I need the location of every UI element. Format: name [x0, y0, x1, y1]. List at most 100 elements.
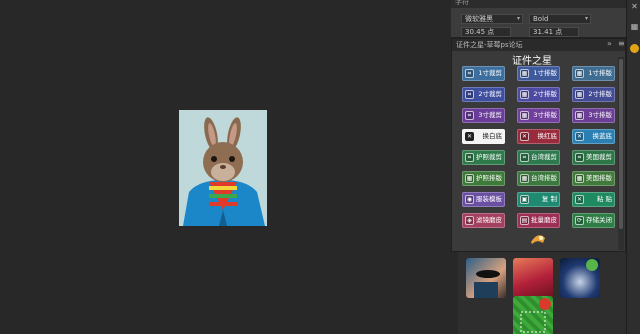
grid-icon: ▦: [575, 174, 584, 183]
character-panel-tab[interactable]: 字符: [451, 0, 626, 8]
grid-icon: ▦: [520, 174, 529, 183]
scrollbar-thumb[interactable]: [619, 59, 623, 229]
layers-icon[interactable]: ▦: [630, 22, 639, 31]
plugin-button-label: 1寸排版: [533, 69, 557, 77]
plugin-button-label: 2寸排版: [588, 90, 612, 98]
plugin-button-label: 美国裁剪: [586, 153, 612, 161]
plugin-button-7[interactable]: ▦ 3寸排版: [517, 108, 560, 123]
plugin-button-label: 2寸排版: [533, 90, 557, 98]
paste-icon: ✕: [575, 195, 584, 204]
sunglasses-image: [474, 270, 500, 298]
plugin-button-12[interactable]: ⌗ 护照裁剪: [462, 150, 505, 165]
batch-icon: ▤: [520, 216, 529, 225]
plugin-button-8[interactable]: ▦ 3寸排版: [572, 108, 615, 123]
plugin-button-label: 护照排版: [476, 174, 502, 182]
plugin-button-23[interactable]: ⟳ 存储关闭: [572, 213, 615, 228]
plugin-button-label: 3寸排版: [588, 111, 612, 119]
plugin-button-21[interactable]: ◈ 滤镜磨皮: [462, 213, 505, 228]
grid-icon: ▦: [575, 69, 584, 78]
badge-icon: [520, 298, 551, 333]
plugin-panel: 证件之星-草莓ps论坛 » ≡ 证件之星 ⌗ 1寸裁剪 ▦ 1寸排版 ▦ 1寸排版 ⌗ 2寸裁…: [451, 38, 626, 252]
plugin-button-0[interactable]: ⌗ 1寸裁剪: [462, 66, 505, 81]
plugin-button-label: 滤镜磨皮: [476, 216, 502, 224]
thumbnail-sunglasses[interactable]: [466, 258, 506, 298]
thumbnail-gallery: [458, 252, 626, 334]
plugin-icon[interactable]: [630, 44, 639, 53]
crop-icon: ⌗: [465, 90, 474, 99]
plugin-panel-header: 证件之星-草莓ps论坛 » ≡: [452, 39, 625, 51]
leading-field[interactable]: 31.41 点: [529, 27, 579, 37]
plugin-button-3[interactable]: ⌗ 2寸裁剪: [462, 87, 505, 102]
swap-icon: ✕: [465, 132, 474, 141]
plugin-button-label: 粘 贴: [596, 195, 612, 203]
crop-icon: ⌗: [465, 111, 474, 120]
grid-icon: ▦: [520, 111, 529, 120]
plugin-button-label: 存储关闭: [586, 216, 612, 224]
grid-icon: ▦: [575, 90, 584, 99]
plugin-tab[interactable]: 证件之星-草莓ps论坛: [456, 40, 523, 50]
thumbnail-red-portrait[interactable]: [513, 258, 553, 298]
crop-icon: ⌗: [465, 153, 474, 162]
logo-badge-icon: [531, 235, 545, 244]
panel-menu-icon[interactable]: ≡: [618, 39, 625, 48]
plugin-button-17[interactable]: ▦ 美国排版: [572, 171, 615, 186]
grid-icon: ▦: [575, 111, 584, 120]
plugin-button-10[interactable]: ✕ 换红底: [517, 129, 560, 144]
right-toolbar: ✕ ▦: [626, 0, 640, 334]
filter-icon: ◈: [465, 216, 474, 225]
plugin-button-14[interactable]: ⌗ 美国裁剪: [572, 150, 615, 165]
plugin-button-22[interactable]: ▤ 批量磨皮: [517, 213, 560, 228]
plugin-button-18[interactable]: ◉ 服装模板: [462, 192, 505, 207]
plugin-button-label: 复 制: [541, 195, 557, 203]
plugin-button-19[interactable]: ▣ 复 制: [517, 192, 560, 207]
character-panel: 字符 微软雅黑 ▾ Bold ▾ 30.45 点 31.41 点: [451, 0, 626, 38]
grid-icon: ▦: [520, 69, 529, 78]
swap-icon: ✕: [520, 132, 529, 141]
collapse-icon[interactable]: »: [607, 39, 612, 48]
scrollbar[interactable]: [618, 57, 624, 250]
plugin-button-4[interactable]: ▦ 2寸排版: [517, 87, 560, 102]
font-style-select[interactable]: Bold ▾: [529, 14, 591, 24]
plugin-button-6[interactable]: ⌗ 3寸裁剪: [462, 108, 505, 123]
copy-icon: ▣: [520, 195, 529, 204]
plugin-button-label: 护照裁剪: [476, 153, 502, 161]
plugin-button-label: 1寸裁剪: [478, 69, 502, 77]
font-size-value: 30.45 点: [465, 28, 495, 36]
crop-icon: ⌗: [575, 153, 584, 162]
font-family-select[interactable]: 微软雅黑 ▾: [461, 14, 523, 24]
plugin-button-20[interactable]: ✕ 粘 贴: [572, 192, 615, 207]
thumbnail-green-pattern[interactable]: [513, 296, 553, 334]
chevron-down-icon: ▾: [584, 15, 588, 22]
plugin-button-label: 服装模板: [476, 195, 502, 203]
plugin-button-13[interactable]: ⌗ 台湾裁剪: [517, 150, 560, 165]
close-icon[interactable]: ✕: [630, 2, 639, 11]
plugin-button-label: 换红底: [537, 132, 558, 140]
globe-badge-icon: [586, 259, 598, 271]
crop-icon: ⌗: [520, 153, 529, 162]
font-style-value: Bold: [533, 15, 549, 23]
save-icon: ⟳: [575, 216, 584, 225]
plugin-button-label: 1寸排版: [588, 69, 612, 77]
plugin-button-15[interactable]: ▦ 护照排版: [462, 171, 505, 186]
plugin-button-1[interactable]: ▦ 1寸排版: [517, 66, 560, 81]
plugin-button-label: 批量磨皮: [531, 216, 557, 224]
grid-icon: ▦: [465, 174, 474, 183]
plugin-button-label: 3寸裁剪: [478, 111, 502, 119]
character-tab-label: 字符: [455, 0, 469, 6]
font-family-value: 微软雅黑: [465, 15, 493, 23]
thumbnail-globe[interactable]: [560, 258, 600, 298]
plugin-button-2[interactable]: ▦ 1寸排版: [572, 66, 615, 81]
plugin-button-5[interactable]: ▦ 2寸排版: [572, 87, 615, 102]
plugin-button-label: 换白底: [482, 132, 503, 140]
plugin-title: 证件之星: [512, 56, 552, 67]
shirt-icon: ◉: [465, 195, 474, 204]
plugin-button-label: 台湾排版: [531, 174, 557, 182]
plugin-button-label: 3寸排版: [533, 111, 557, 119]
plugin-button-9[interactable]: ✕ 换白底: [462, 129, 505, 144]
leading-value: 31.41 点: [533, 28, 563, 36]
font-size-field[interactable]: 30.45 点: [461, 27, 511, 37]
plugin-button-label: 台湾裁剪: [531, 153, 557, 161]
plugin-button-label: 美国排版: [586, 174, 612, 182]
plugin-button-11[interactable]: ✕ 换蓝底: [572, 129, 615, 144]
plugin-button-16[interactable]: ▦ 台湾排版: [517, 171, 560, 186]
